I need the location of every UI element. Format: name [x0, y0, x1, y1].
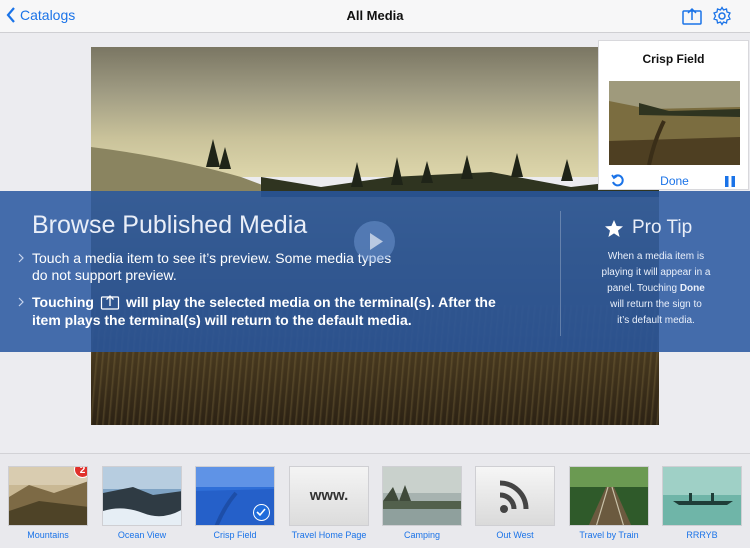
media-item-label: Travel Home Page — [291, 530, 367, 540]
overlay-line-2: Touching will play the selected media on … — [32, 294, 496, 314]
pro-tip-line: it’s default media. — [617, 315, 695, 326]
pro-tip-line: panel. Touching Done — [596, 281, 716, 297]
replay-icon[interactable] — [611, 174, 625, 188]
media-thumbnail: 2 — [8, 466, 88, 526]
media-item-label: Out West — [496, 530, 534, 540]
star-icon — [605, 219, 623, 237]
media-thumbnail — [195, 466, 275, 526]
pro-tip-line: playing it will appear in a — [601, 267, 711, 278]
overlay-line-3: item plays the terminal(s) will return t… — [32, 312, 412, 328]
gear-icon[interactable] — [712, 6, 734, 26]
pro-tip-done-word: Done — [679, 283, 705, 294]
chevron-right-icon — [18, 297, 24, 307]
help-overlay[interactable]: Browse Published Media Touch a media ite… — [0, 191, 750, 352]
media-thumbnail — [475, 466, 555, 526]
media-item-travel-by-train[interactable]: Travel by Train — [569, 466, 649, 540]
media-item-crisp-field[interactable]: Crisp Field — [195, 466, 275, 540]
rss-icon — [499, 480, 529, 513]
overlay-divider — [560, 211, 561, 336]
media-thumbnail — [382, 466, 462, 526]
media-item-label: Ocean View — [117, 530, 167, 540]
media-item-label: Crisp Field — [213, 530, 257, 540]
media-item-label: Mountains — [27, 530, 69, 540]
upload-icon — [100, 294, 120, 314]
now-playing-controls: Done — [599, 171, 748, 191]
overlay-line-2-end: will play the selected media on the term… — [125, 294, 496, 310]
overlay-line-1b: do not support preview. — [32, 267, 177, 283]
media-item-mountains[interactable]: 2 Mountains — [8, 466, 88, 540]
media-strip: 2 Mountains Ocean View Crisp Field www. … — [0, 453, 750, 548]
pro-tip-heading: Pro Tip — [604, 217, 692, 239]
done-button[interactable]: Done — [660, 174, 689, 188]
media-thumbnail — [569, 466, 649, 526]
pro-tip-line: will return the sign to — [610, 299, 702, 310]
media-item-label: Travel by Train — [579, 530, 639, 540]
pro-tip-line: When a media item is — [607, 251, 705, 262]
media-item-ocean-view[interactable]: Ocean View — [102, 466, 182, 540]
navigation-bar: Catalogs All Media — [0, 0, 750, 33]
chevron-right-icon — [18, 253, 24, 263]
media-thumbnail — [662, 466, 742, 526]
play-icon[interactable] — [354, 221, 395, 262]
pause-icon[interactable] — [724, 175, 736, 188]
checkmark-icon — [253, 504, 270, 521]
media-item-camping[interactable]: Camping — [382, 466, 462, 540]
media-item-travel-home-page[interactable]: www. Travel Home Page — [289, 466, 369, 540]
media-item-rrryb[interactable]: RRRYB — [662, 466, 742, 540]
overlay-line-1a: Touch a media item to see it’s preview. … — [32, 250, 392, 266]
overlay-title: Browse Published Media — [32, 211, 308, 239]
media-item-label: RRRYB — [686, 530, 718, 540]
page-title: All Media — [346, 8, 404, 23]
pro-tip-text-part: panel. Touching — [607, 283, 678, 294]
now-playing-thumbnail — [609, 81, 740, 165]
media-item-out-west[interactable]: Out West — [475, 466, 555, 540]
now-playing-panel: Crisp Field Done — [598, 40, 749, 190]
media-thumbnail: www. — [289, 466, 369, 526]
upload-icon[interactable] — [681, 6, 703, 26]
media-item-label: Camping — [403, 530, 441, 540]
web-thumbnail-text: www. — [309, 487, 349, 504]
pro-tip-text: When a media item is playing it will app… — [596, 249, 716, 329]
media-thumbnail — [102, 466, 182, 526]
overlay-line-2-start: Touching — [32, 294, 94, 310]
pro-tip-title: Pro Tip — [632, 217, 693, 238]
now-playing-title: Crisp Field — [642, 52, 705, 66]
